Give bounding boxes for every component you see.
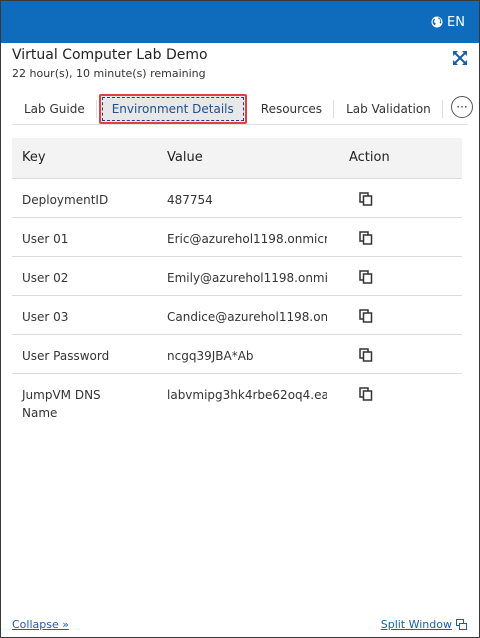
copy-icon[interactable] — [359, 191, 373, 209]
tab-label: Lab Guide — [24, 102, 85, 116]
tab-label: Environment Details — [111, 102, 234, 116]
column-header-key: Key — [12, 138, 157, 179]
tab-bar: Lab Guide Environment Details Resources … — [12, 94, 473, 125]
lab-title: Virtual Computer Lab Demo — [12, 47, 208, 63]
globe-icon — [431, 16, 443, 28]
footer: Collapse » Split Window — [12, 618, 467, 631]
split-window-label[interactable]: Split Window — [381, 618, 452, 631]
column-header-value: Value — [157, 138, 339, 179]
row-value: Emily@azurehol1198.onmicr — [167, 270, 327, 285]
copy-icon[interactable] — [359, 308, 373, 326]
table-row: User 02 Emily@azurehol1198.onmicr — [12, 256, 462, 296]
row-value: 487754 — [167, 192, 213, 207]
row-key: JumpVM DNS Name — [22, 387, 101, 420]
tab-label: Lab Validation — [346, 102, 431, 116]
copy-icon[interactable] — [359, 347, 373, 365]
table-row: User Password ncgq39JBA*Ab — [12, 334, 462, 374]
copy-icon[interactable] — [359, 230, 373, 248]
row-key: DeploymentID — [22, 192, 109, 207]
column-header-action: Action — [339, 138, 462, 179]
more-icon: ··· — [456, 100, 468, 114]
copy-icon[interactable] — [359, 269, 373, 287]
split-window-icon[interactable] — [456, 619, 467, 630]
lab-header: Virtual Computer Lab Demo 22 hour(s), 10… — [1, 43, 479, 81]
row-value: ncgq39JBA*Ab — [167, 348, 254, 363]
table-row: JumpVM DNS Name labvmipg3hk4rbe62oq4.eas… — [12, 373, 462, 427]
table-row: User 01 Eric@azurehol1198.onmicros — [12, 217, 462, 257]
row-key: User 02 — [22, 270, 69, 285]
time-remaining: 22 hour(s), 10 minute(s) remaining — [12, 67, 206, 80]
table-row: User 03 Candice@azurehol1198.onm — [12, 295, 462, 335]
row-key: User 03 — [22, 309, 69, 324]
language-selector[interactable]: EN — [431, 15, 465, 30]
lab-panel: EN Virtual Computer Lab Demo 22 hour(s),… — [0, 0, 480, 638]
top-bar: EN — [1, 1, 479, 43]
tab-lab-validation[interactable]: Lab Validation — [334, 94, 443, 124]
collapse-link[interactable]: Collapse » — [12, 618, 69, 631]
table-header-row: Key Value Action — [12, 138, 462, 179]
row-value: labvmipg3hk4rbe62oq4.east — [167, 387, 327, 402]
tab-label: Resources — [260, 102, 323, 116]
copy-icon[interactable] — [359, 386, 373, 404]
tab-resources[interactable]: Resources — [249, 94, 335, 124]
more-options-button[interactable]: ··· — [451, 96, 473, 118]
tab-lab-guide[interactable]: Lab Guide — [12, 94, 97, 124]
expand-icon[interactable] — [453, 50, 467, 65]
row-value: Candice@azurehol1198.onm — [167, 309, 327, 324]
table-row: DeploymentID 487754 — [12, 178, 462, 218]
environment-details-table: Key Value Action DeploymentID 487754 Use… — [12, 138, 462, 427]
row-value: Eric@azurehol1198.onmicros — [167, 231, 327, 246]
row-key: User Password — [22, 348, 110, 363]
split-window-link[interactable]: Split Window — [381, 618, 467, 631]
tab-environment-details[interactable]: Environment Details — [98, 94, 247, 124]
language-label: EN — [447, 14, 465, 30]
row-key: User 01 — [22, 231, 69, 246]
